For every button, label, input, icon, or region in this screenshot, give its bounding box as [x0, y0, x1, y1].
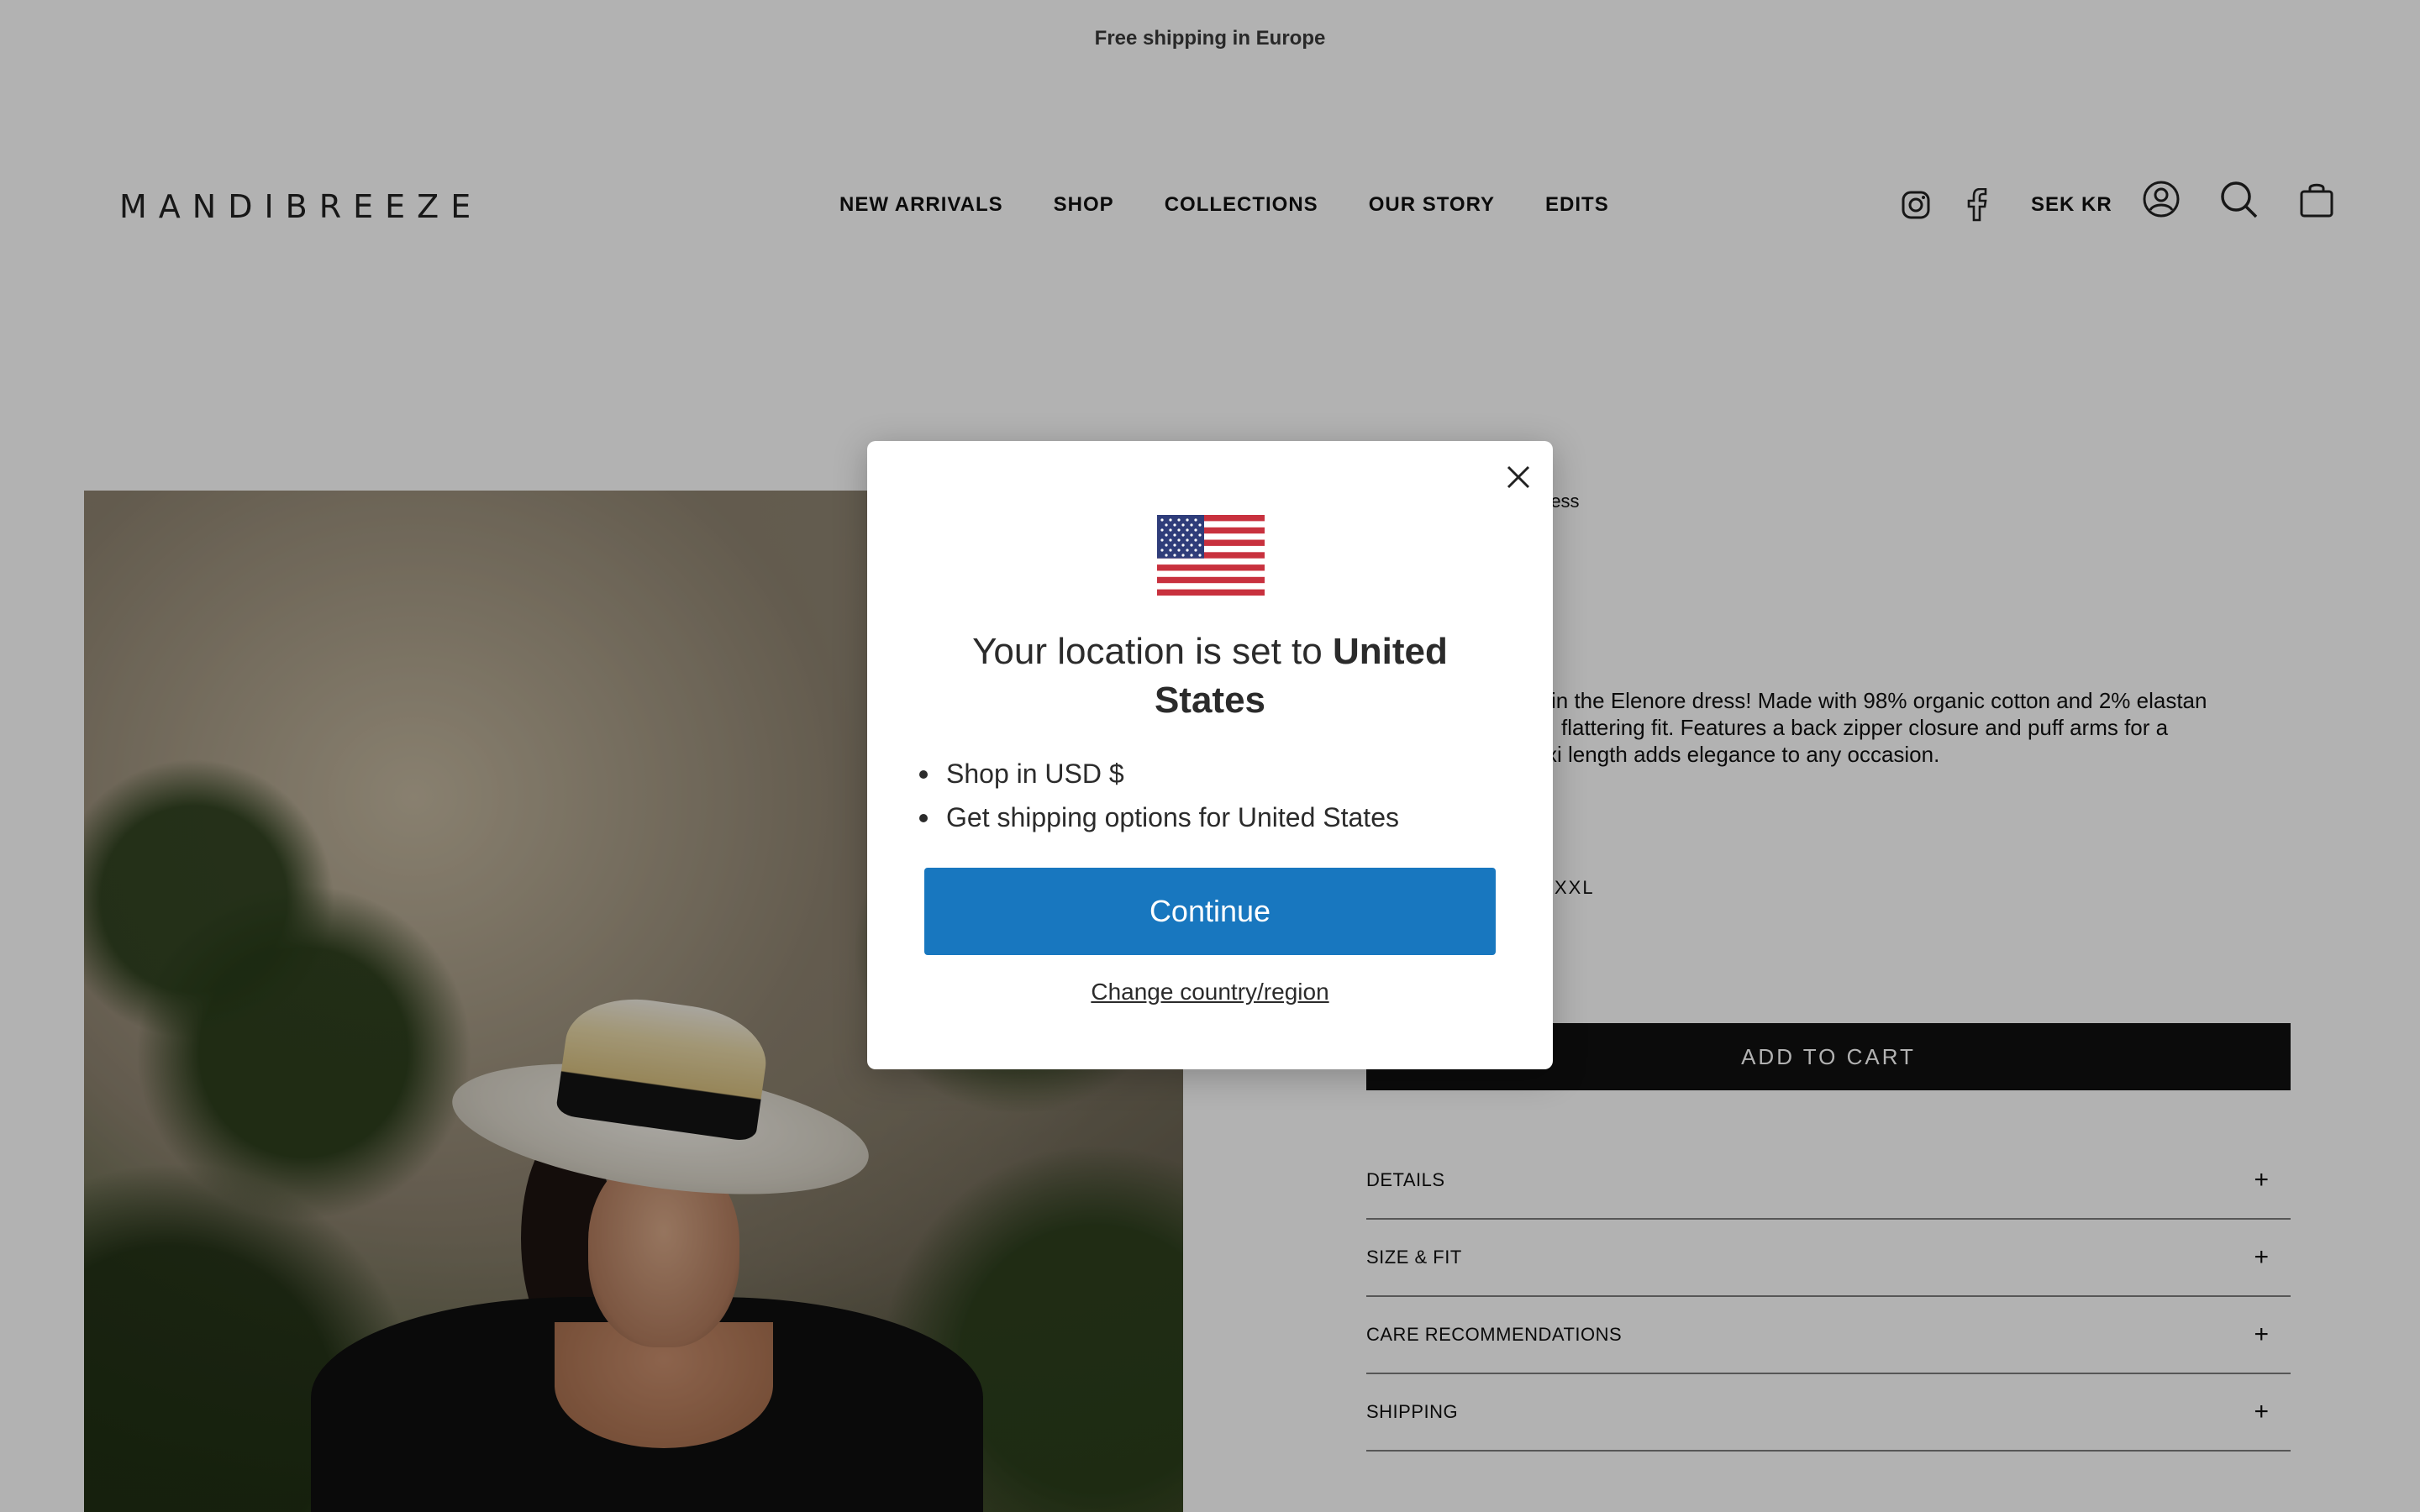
- change-country-link[interactable]: Change country/region: [867, 979, 1553, 1005]
- bullet-shipping: Get shipping options for United States: [918, 795, 1502, 839]
- continue-button[interactable]: Continue: [924, 868, 1496, 955]
- close-button[interactable]: [1499, 458, 1538, 496]
- bullet-currency: Shop in USD $: [918, 752, 1502, 795]
- us-flag-icon: [1157, 515, 1265, 596]
- modal-title-prefix: Your location is set to: [972, 631, 1333, 672]
- location-modal: Your location is set to United States Sh…: [867, 441, 1553, 1069]
- modal-bullets: Shop in USD $ Get shipping options for U…: [918, 752, 1502, 839]
- close-icon: [1507, 465, 1530, 489]
- modal-title: Your location is set to United States: [918, 627, 1502, 725]
